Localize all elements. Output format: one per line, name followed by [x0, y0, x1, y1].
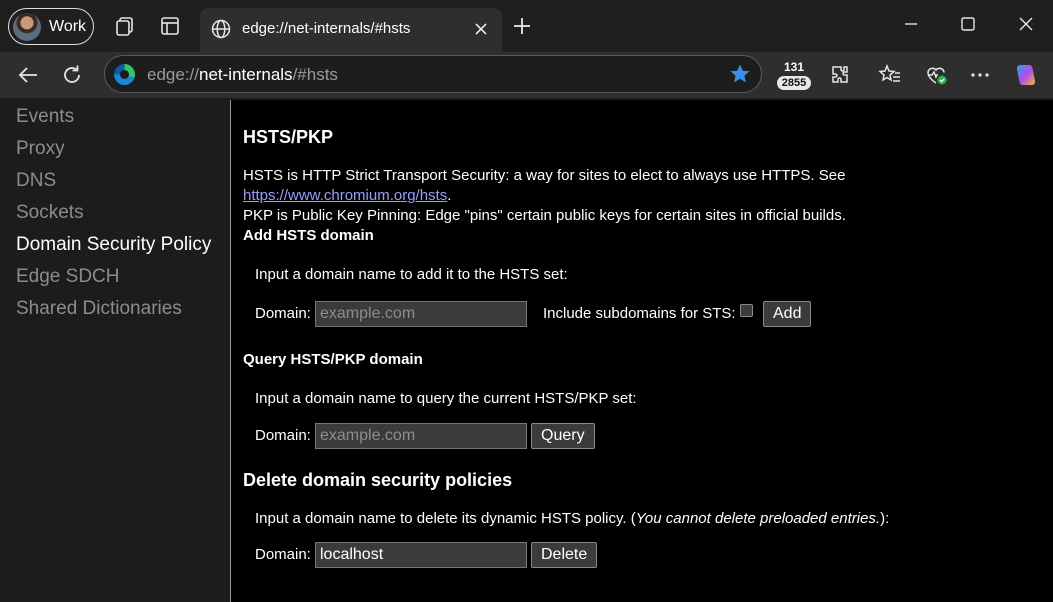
extensions-icon[interactable]: [826, 61, 854, 89]
maximize-icon[interactable]: [952, 10, 984, 38]
intro-line1-end: .: [447, 187, 452, 204]
sidebar-item-edge-sdch[interactable]: Edge SDCH: [16, 266, 120, 288]
tab-bar: Work edge://net-internals/#hsts: [0, 0, 1053, 52]
delete-heading: Delete domain security policies: [243, 470, 513, 490]
globe-icon: [211, 19, 231, 39]
add-button[interactable]: Add: [763, 301, 812, 327]
url-path: /#hsts: [292, 65, 338, 84]
profile-label: Work: [49, 17, 87, 35]
tracker-counter-badge[interactable]: 131 2855: [776, 60, 812, 92]
edge-logo-icon: [114, 64, 135, 85]
hsts-link[interactable]: https://www.chromium.org/hsts: [243, 187, 447, 204]
tab-actions-icon[interactable]: [158, 14, 182, 38]
sidebar-item-sockets[interactable]: Sockets: [16, 202, 84, 224]
query-heading: Query HSTS/PKP domain: [243, 351, 423, 368]
url-host: net-internals: [199, 65, 293, 84]
intro-line2: PKP is Public Key Pinning: Edge "pins" c…: [243, 207, 846, 224]
minimize-icon[interactable]: [895, 10, 927, 38]
query-button[interactable]: Query: [531, 423, 595, 449]
add-domain-label: Domain:: [255, 305, 311, 322]
toolbar: edge://net-internals/#hsts: [0, 52, 1053, 98]
more-options-icon[interactable]: [966, 61, 994, 89]
workspaces-icon[interactable]: [113, 14, 137, 38]
favorite-star-icon[interactable]: [729, 63, 751, 85]
profile-button[interactable]: Work: [8, 8, 94, 45]
sidebar: Events Proxy DNS Sockets Domain Security…: [4, 100, 230, 602]
add-domain-input[interactable]: [315, 301, 527, 327]
intro-line1: HSTS is HTTP Strict Transport Security: …: [243, 167, 846, 184]
close-tab-icon[interactable]: [472, 20, 490, 38]
new-tab-icon[interactable]: [510, 14, 534, 38]
copilot-icon[interactable]: [1012, 61, 1040, 89]
main-content: HSTS/PKP HSTS is HTTP Strict Transport S…: [231, 100, 1053, 602]
counter-top: 131: [783, 60, 805, 74]
tab-title: edge://net-internals/#hsts: [242, 20, 411, 37]
sidebar-item-dns[interactable]: DNS: [16, 170, 56, 192]
query-domain-input[interactable]: [315, 423, 527, 449]
page-title: HSTS/PKP: [243, 127, 334, 147]
close-window-icon[interactable]: [1010, 10, 1042, 38]
delete-domain-label: Domain:: [255, 546, 311, 563]
refresh-icon[interactable]: [58, 61, 86, 89]
sidebar-item-events[interactable]: Events: [16, 106, 74, 128]
favorites-icon[interactable]: [876, 61, 904, 89]
address-bar[interactable]: edge://net-internals/#hsts: [104, 55, 762, 93]
delete-instruction-end: ):: [880, 510, 890, 527]
delete-instruction: Input a domain name to delete its dynami…: [255, 510, 889, 527]
delete-instruction-main: Input a domain name to delete its dynami…: [255, 510, 636, 527]
query-instruction: Input a domain name to query the current…: [255, 390, 637, 407]
back-icon[interactable]: [14, 61, 42, 89]
sidebar-item-shared-dictionaries[interactable]: Shared Dictionaries: [16, 298, 182, 320]
query-domain-label: Domain:: [255, 427, 311, 444]
counter-bottom: 2855: [777, 76, 811, 90]
delete-button[interactable]: Delete: [531, 542, 598, 568]
delete-domain-input[interactable]: [315, 542, 527, 568]
url-scheme: edge://: [147, 65, 199, 84]
browser-essentials-icon[interactable]: [922, 61, 950, 89]
include-subdomains-label: Include subdomains for STS:: [543, 305, 736, 322]
intro-text: HSTS is HTTP Strict Transport Security: …: [243, 166, 1053, 226]
url-text: edge://net-internals/#hsts: [147, 65, 338, 85]
include-subdomains-checkbox[interactable]: [740, 304, 753, 317]
avatar: [13, 12, 41, 41]
add-hsts-instruction: Input a domain name to add it to the HST…: [255, 266, 568, 283]
sidebar-item-proxy[interactable]: Proxy: [16, 138, 65, 160]
delete-instruction-italic: You cannot delete preloaded entries.: [635, 510, 881, 527]
sidebar-item-domain-security-policy[interactable]: Domain Security Policy: [16, 234, 211, 256]
tab-active[interactable]: edge://net-internals/#hsts: [200, 8, 502, 52]
add-hsts-heading: Add HSTS domain: [243, 227, 374, 244]
